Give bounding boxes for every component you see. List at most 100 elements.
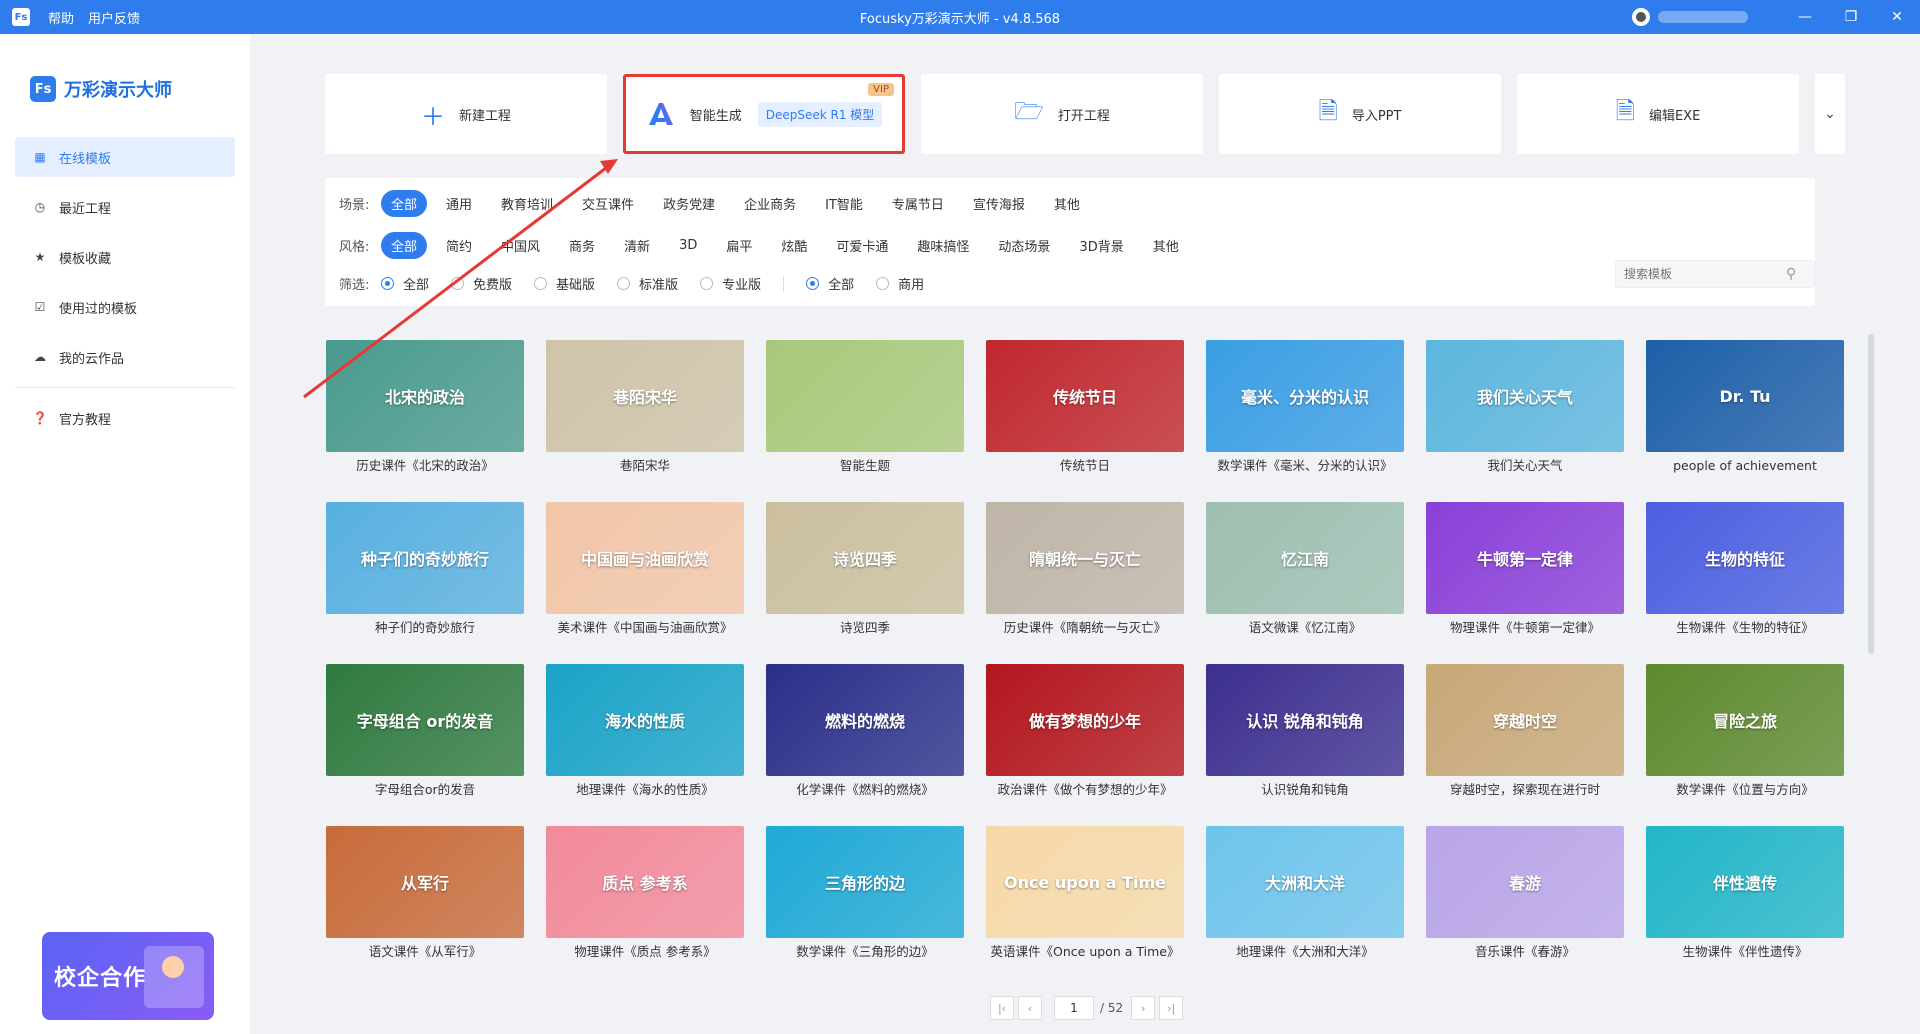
version-radio[interactable]: 全部 <box>381 274 429 293</box>
open-project-button[interactable]: 🗁 打开工程 <box>921 74 1203 154</box>
style-chip[interactable]: 3D背景 <box>1069 232 1133 259</box>
template-card[interactable]: 诗览四季 诗览四季 <box>766 502 964 652</box>
first-page-icon[interactable]: |‹ <box>990 996 1014 1020</box>
template-card[interactable]: 质点 参考系 物理课件《质点 参考系》 <box>546 826 744 976</box>
style-chip[interactable]: 简约 <box>436 232 482 259</box>
version-radio[interactable]: 免费版 <box>451 274 512 293</box>
version-radio[interactable]: 标准版 <box>617 274 678 293</box>
template-card[interactable]: 毫米、分米的认识 数学课件《毫米、分米的认识》 <box>1206 340 1404 490</box>
template-card[interactable]: 传统节日 传统节日 <box>986 340 1184 490</box>
search-icon[interactable]: ⚲ <box>1786 266 1796 282</box>
sidebar-item-recent-projects[interactable]: ◷ 最近工程 <box>15 187 235 227</box>
minimize-icon[interactable]: — <box>1782 0 1828 34</box>
scene-chip[interactable]: 通用 <box>436 190 482 217</box>
template-card[interactable]: 伴性遗传 生物课件《伴性遗传》 <box>1646 826 1844 976</box>
style-chip[interactable]: 中国风 <box>491 232 550 259</box>
new-project-button[interactable]: ＋ 新建工程 <box>325 74 607 154</box>
menu-feedback[interactable]: 用户反馈 <box>88 8 140 27</box>
sidebar-item-online-templates[interactable]: ▦ 在线模板 <box>15 137 235 177</box>
template-caption: 数学课件《毫米、分米的认识》 <box>1217 458 1393 473</box>
scene-chip[interactable]: 交互课件 <box>572 190 644 217</box>
close-icon[interactable]: ✕ <box>1874 0 1920 34</box>
template-card[interactable]: 忆江南 语文微课《忆江南》 <box>1206 502 1404 652</box>
star-icon: ★ <box>34 250 46 264</box>
promo-banner[interactable]: 校企合作 <box>42 932 214 1020</box>
style-chip[interactable]: 商务 <box>559 232 605 259</box>
style-chip[interactable]: 扁平 <box>716 232 762 259</box>
open-project-label: 打开工程 <box>1057 108 1110 124</box>
next-page-icon[interactable]: › <box>1131 996 1156 1020</box>
version-radio[interactable]: 专业版 <box>700 274 761 293</box>
help-icon: ❓ <box>32 411 48 425</box>
template-card[interactable]: Dr. Tu people of achievement <box>1646 340 1844 490</box>
template-card[interactable]: 我们关心天气 我们关心天气 <box>1426 340 1624 490</box>
style-chip[interactable]: 趣味搞怪 <box>907 232 979 259</box>
sidebar-item-label: 使用过的模板 <box>59 301 138 317</box>
template-card[interactable]: 中国画与油画欣赏 美术课件《中国画与油画欣赏》 <box>546 502 744 652</box>
template-card[interactable]: Once upon a Time 英语课件《Once upon a Time》 <box>986 826 1184 976</box>
user-avatar[interactable] <box>1632 8 1650 26</box>
template-thumbnail: 生物的特征 <box>1646 502 1844 614</box>
style-chip[interactable]: 动态场景 <box>988 232 1060 259</box>
style-chip[interactable]: 可爱卡通 <box>826 232 898 259</box>
template-caption: 种子们的奇妙旅行 <box>374 620 475 635</box>
style-chip[interactable]: 炫酷 <box>771 232 817 259</box>
template-caption: 语文课件《从军行》 <box>368 944 482 959</box>
template-card[interactable]: 牛顿第一定律 物理课件《牛顿第一定律》 <box>1426 502 1624 652</box>
template-card[interactable]: 冒险之旅 数学课件《位置与方向》 <box>1646 664 1844 814</box>
template-card[interactable]: 穿越时空 穿越时空，探索现在进行时 <box>1426 664 1624 814</box>
template-card[interactable]: 字母组合 or的发音 字母组合or的发音 <box>326 664 524 814</box>
template-card[interactable]: 智能生题 <box>766 340 964 490</box>
app-logo-icon: Fs <box>12 8 30 26</box>
template-card[interactable]: 燃料的燃烧 化学课件《燃料的燃烧》 <box>766 664 964 814</box>
template-card[interactable]: 生物的特征 生物课件《生物的特征》 <box>1646 502 1844 652</box>
template-card[interactable]: 种子们的奇妙旅行 种子们的奇妙旅行 <box>326 502 524 652</box>
template-card[interactable]: 大洲和大洋 地理课件《大洲和大洋》 <box>1206 826 1404 976</box>
template-thumbnail: Once upon a Time <box>986 826 1184 938</box>
scene-chip[interactable]: 政务党建 <box>653 190 725 217</box>
template-card[interactable]: 巷陌宋华 巷陌宋华 <box>546 340 744 490</box>
sidebar-item-cloud-works[interactable]: ☁ 我的云作品 <box>15 337 235 377</box>
scene-chip[interactable]: 专属节日 <box>882 190 954 217</box>
scrollbar[interactable] <box>1868 334 1874 654</box>
style-chip[interactable]: 全部 <box>381 232 428 259</box>
usage-radio[interactable]: 全部 <box>806 274 854 293</box>
scene-chip[interactable]: 宣传海报 <box>963 190 1035 217</box>
sidebar-item-used-templates[interactable]: ☑ 使用过的模板 <box>15 287 235 327</box>
version-radio[interactable]: 基础版 <box>534 274 595 293</box>
last-page-icon[interactable]: ›| <box>1159 996 1184 1020</box>
search-input[interactable] <box>1616 267 1786 281</box>
template-thumbnail: 北宋的政治 <box>326 340 524 452</box>
style-chip[interactable]: 其他 <box>1143 232 1189 259</box>
style-chip[interactable]: 3D <box>669 234 707 257</box>
template-caption: 我们关心天气 <box>1487 458 1563 473</box>
scene-chip[interactable]: 其他 <box>1044 190 1090 217</box>
scene-chip[interactable]: 企业商务 <box>734 190 806 217</box>
template-card[interactable]: 海水的性质 地理课件《海水的性质》 <box>546 664 744 814</box>
template-card[interactable]: 隋朝统一与灭亡 历史课件《隋朝统一与灭亡》 <box>986 502 1184 652</box>
more-actions-chevron-down-icon[interactable]: ⌄ <box>1815 74 1845 154</box>
sidebar-item-tutorials[interactable]: ❓ 官方教程 <box>15 398 235 438</box>
menu-help[interactable]: 帮助 <box>48 8 74 27</box>
page-input[interactable]: 1 <box>1054 996 1094 1020</box>
style-chip[interactable]: 清新 <box>614 232 660 259</box>
brand-logo-icon: Fs <box>30 76 56 102</box>
scene-chip[interactable]: 教育培训 <box>491 190 563 217</box>
sidebar-item-favorites[interactable]: ★ 模板收藏 <box>15 237 235 277</box>
template-card[interactable]: 三角形的边 数学课件《三角形的边》 <box>766 826 964 976</box>
restore-icon[interactable]: ❐ <box>1828 0 1874 34</box>
usage-radio[interactable]: 商用 <box>876 274 924 293</box>
import-ppt-button[interactable]: 🗎 导入PPT <box>1219 74 1501 154</box>
template-card[interactable]: 北宋的政治 历史课件《北宋的政治》 <box>326 340 524 490</box>
scene-chip[interactable]: IT智能 <box>815 190 873 217</box>
scene-chip[interactable]: 全部 <box>381 190 428 217</box>
template-card[interactable]: 从军行 语文课件《从军行》 <box>326 826 524 976</box>
template-card[interactable]: 做有梦想的少年 政治课件《做个有梦想的少年》 <box>986 664 1184 814</box>
prev-page-icon[interactable]: ‹ <box>1018 996 1042 1020</box>
template-card[interactable]: 春游 音乐课件《春游》 <box>1426 826 1624 976</box>
template-thumbnail: 忆江南 <box>1206 502 1404 614</box>
user-name-blurred[interactable] <box>1658 11 1748 23</box>
edit-exe-button[interactable]: 🗎 编辑EXE <box>1517 74 1799 154</box>
template-card[interactable]: 认识 锐角和钝角 认识锐角和钝角 <box>1206 664 1404 814</box>
ai-generate-button[interactable]: 智能生成 DeepSeek R1 模型 VIP <box>623 74 905 154</box>
